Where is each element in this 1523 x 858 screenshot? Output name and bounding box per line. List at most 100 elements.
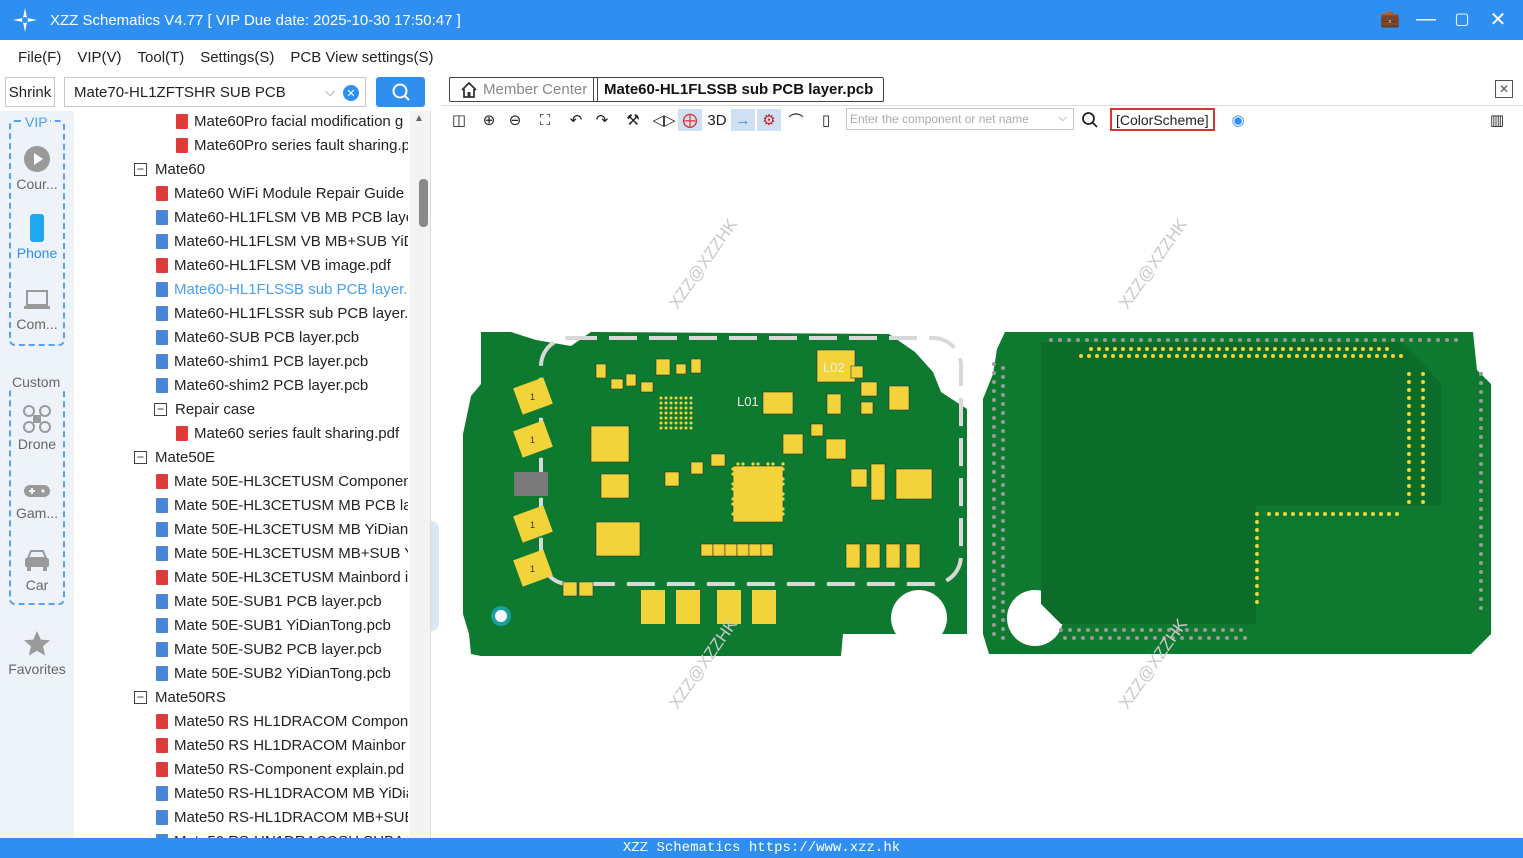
rail-via <box>1407 388 1411 392</box>
net-trace-icon[interactable]: ⚙ <box>757 109 781 131</box>
edge-via <box>992 524 996 528</box>
rail-via <box>1239 354 1243 358</box>
rail-via <box>1407 468 1411 472</box>
collapse-toggle-icon[interactable]: − <box>134 450 147 464</box>
flip-icon[interactable]: ⨁ <box>678 109 702 131</box>
bga-ball <box>659 406 663 410</box>
collapse-toggle-icon[interactable]: − <box>154 402 167 416</box>
tree-file[interactable]: Mate60-shim1 PCB layer.pcb <box>156 349 368 373</box>
rail-via <box>1407 380 1411 384</box>
tree-file[interactable]: Mate50 RS-Component explain.pd <box>156 757 404 781</box>
tree-file[interactable]: Mate60-HL1FLSM VB MB PCB laye <box>156 205 408 229</box>
tree-file[interactable]: Mate60 WiFi Module Repair Guide <box>156 181 404 205</box>
pdf-file-icon <box>156 737 168 753</box>
menu-file[interactable]: File(F) <box>18 49 61 66</box>
scrollbar-thumb[interactable] <box>419 179 428 227</box>
nav-drone[interactable]: Drone <box>0 404 74 452</box>
collapse-toggle-icon[interactable]: − <box>134 690 147 704</box>
tree-file[interactable]: Mate60-SUB PCB layer.pcb <box>156 325 359 349</box>
pdf-file-icon <box>156 569 168 585</box>
rotate-right-icon[interactable]: ↷ <box>590 109 614 131</box>
format-painter-icon[interactable]: ⚒ <box>621 109 645 131</box>
split-view-icon[interactable]: ◫ <box>447 109 471 131</box>
tree-folder[interactable]: − Mate50E <box>134 445 215 469</box>
menu-vip[interactable]: VIP(V) <box>77 49 121 66</box>
tree-file[interactable]: Mate60-shim2 PCB layer.pcb <box>156 373 368 397</box>
tab-current-pcb[interactable]: Mate60-HL1FLSSB sub PCB layer.pcb <box>593 77 885 102</box>
tab-member-center[interactable]: Member Center <box>449 77 599 102</box>
zoom-in-icon[interactable]: ⊕ <box>477 109 501 131</box>
search-button[interactable] <box>376 77 425 107</box>
tree-file[interactable]: Mate 50E-HL3CETUSM Componen <box>156 469 408 493</box>
tree-file[interactable]: Mate 50E-SUB2 PCB layer.pcb <box>156 637 382 661</box>
tree-file[interactable]: Mate50 RS-HL1DRACOM MB+SUB <box>156 805 408 829</box>
tree-file[interactable]: Mate60Pro series fault sharing.p <box>176 133 408 157</box>
nav-phone[interactable]: Phone <box>0 213 74 261</box>
pin-highlight-icon[interactable]: → <box>731 109 755 131</box>
chevron-down-icon[interactable]: ⌵ <box>1059 112 1067 125</box>
collapse-handle[interactable] <box>431 521 439 631</box>
nav-courses[interactable]: Cour... <box>0 144 74 192</box>
tree-file[interactable]: Mate50 RS HL1DRACOM Compone <box>156 709 408 733</box>
side-panel-icon[interactable]: ▥ <box>1485 109 1509 131</box>
minimize-button[interactable]: — <box>1415 6 1437 32</box>
mouse-mode-icon[interactable]: ▯ <box>814 109 838 131</box>
nav-computer[interactable]: Com... <box>0 284 74 332</box>
tree-file[interactable]: Mate60-HL1FLSM VB image.pdf <box>156 253 391 277</box>
panel-splitter[interactable] <box>430 111 440 838</box>
pcb-canvas[interactable]: 1 1 1 1 L01 L02 XZZ@XZZHK XZZ@XZZHK XZZ@XZZHK… <box>441 134 1523 838</box>
bga-ball <box>746 467 750 471</box>
close-all-tabs-icon[interactable]: ✕ <box>1495 80 1513 98</box>
tree-folder[interactable]: − Mate50RS <box>134 685 226 709</box>
edge-via <box>1479 390 1483 394</box>
tree-file[interactable]: Mate50 RS-HN1DRACOSH SUBA Y <box>156 829 408 838</box>
tree-folder[interactable]: − Repair case <box>154 397 255 421</box>
mirror-icon[interactable]: ◁▷ <box>652 109 676 131</box>
tree-file[interactable]: Mate 50E-HL3CETUSM Mainbord i <box>156 565 408 589</box>
measure-icon[interactable]: ⌒ <box>784 109 808 131</box>
shrink-button[interactable]: Shrink <box>5 77 55 107</box>
nav-car[interactable]: Car <box>0 545 74 593</box>
vip-group-label: VIP <box>23 114 50 130</box>
tree-file[interactable]: Mate 50E-SUB1 PCB layer.pcb <box>156 589 382 613</box>
visibility-eye-icon[interactable]: ◉ <box>1226 109 1250 131</box>
tree-file[interactable]: Mate50 RS HL1DRACOM Mainbor <box>156 733 406 757</box>
menu-settings[interactable]: Settings(S) <box>200 49 274 66</box>
chevron-down-icon[interactable]: ⌵ <box>325 84 335 100</box>
vip-bag-icon[interactable]: 💼 <box>1379 6 1401 32</box>
component-search-input[interactable]: Enter the component or net name ⌵ <box>846 108 1074 130</box>
component-pad <box>590 425 630 463</box>
tree-file[interactable]: Mate60-HL1FLSM VB MB+SUB YiD <box>156 229 408 253</box>
menu-pcb-view-settings[interactable]: PCB View settings(S) <box>290 49 433 66</box>
tree-file[interactable]: Mate60-HL1FLSSR sub PCB layer.pc <box>156 301 408 325</box>
nav-games[interactable]: Gam... <box>0 477 74 521</box>
clear-icon[interactable]: ✕ <box>343 85 359 101</box>
tree-file[interactable]: Mate60 series fault sharing.pdf <box>176 421 399 445</box>
tree-folder[interactable]: − Mate60 <box>134 157 205 181</box>
collapse-toggle-icon[interactable]: − <box>134 162 147 176</box>
zoom-out-icon[interactable]: ⊖ <box>503 109 527 131</box>
component-search-icon[interactable] <box>1078 109 1102 131</box>
pcb-board-view[interactable]: 1 1 1 1 L01 L02 <box>441 134 1523 838</box>
fit-view-icon[interactable]: ⛶ <box>533 109 557 131</box>
tree-file[interactable]: Mate 50E-SUB2 YiDianTong.pcb <box>156 661 391 685</box>
tree-file[interactable]: Mate 50E-SUB1 YiDianTong.pcb <box>156 613 391 637</box>
tree-scrollbar[interactable]: ▲ <box>410 111 430 838</box>
menu-tool[interactable]: Tool(T) <box>138 49 185 66</box>
scroll-up-icon[interactable]: ▲ <box>414 113 424 124</box>
color-scheme-button[interactable]: [ColorScheme] <box>1110 108 1215 131</box>
tree-file[interactable]: Mate60-HL1FLSSB sub PCB layer.pc <box>156 277 408 301</box>
maximize-button[interactable]: ▢ <box>1451 6 1473 32</box>
tree-file[interactable]: Mate 50E-HL3CETUSM MB YiDianT <box>156 517 408 541</box>
tab-current-label: Mate60-HL1FLSSB sub PCB layer.pcb <box>604 81 874 98</box>
nav-favorites[interactable]: Favorites <box>0 629 74 677</box>
close-button[interactable]: ✕ <box>1487 6 1509 32</box>
pcb-select[interactable]: Mate70-HL1ZFTSHR SUB PCB ⌵ ✕ <box>64 77 366 107</box>
tree-file[interactable]: Mate 50E-HL3CETUSM MB+SUB Yi <box>156 541 408 565</box>
tree-file[interactable]: Mate50 RS-HL1DRACOM MB YiDia <box>156 781 408 805</box>
tree-file[interactable]: Mate60Pro facial modification g <box>176 111 403 133</box>
rotate-left-icon[interactable]: ↶ <box>564 109 588 131</box>
tree-file[interactable]: Mate 50E-HL3CETUSM MB PCB lay <box>156 493 408 517</box>
view-3d-button[interactable]: 3D <box>704 109 730 131</box>
component-pad <box>640 381 654 393</box>
